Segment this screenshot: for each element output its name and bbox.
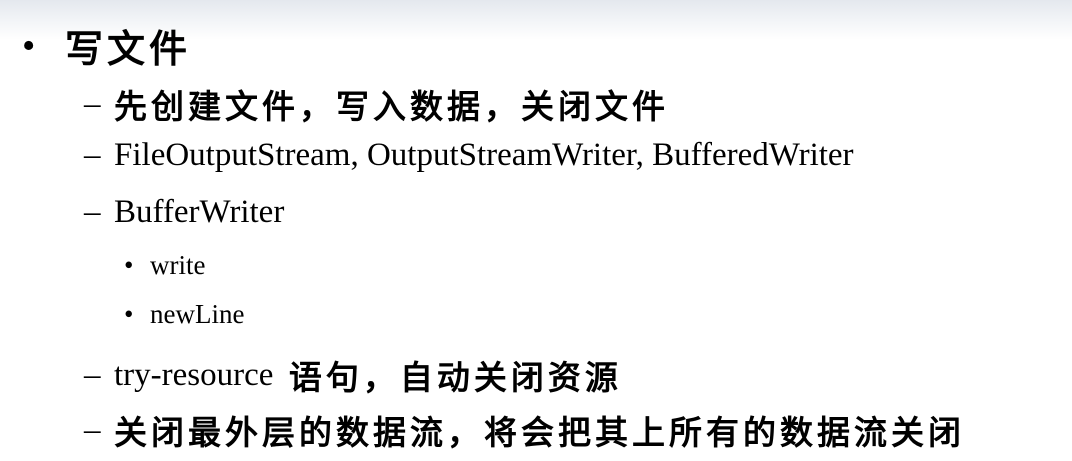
heading-write-file: • 写文件 [22, 18, 191, 73]
item-text: 关闭最外层的数据流，将会把其上所有的数据流关闭 [114, 413, 965, 452]
item-text: write [150, 250, 206, 280]
list-item: – try-resource 语句，自动关闭资源 [84, 351, 622, 399]
item-text: newLine [150, 299, 245, 329]
list-item: – 关闭最外层的数据流，将会把其上所有的数据流关闭 [84, 406, 965, 454]
dash-icon: – [84, 137, 101, 173]
sub-list-item: • write [124, 250, 205, 281]
heading-text: 写文件 [65, 27, 192, 71]
dash-icon: – [84, 85, 101, 122]
item-text: FileOutputStream, OutputStreamWriter, Bu… [114, 137, 854, 173]
bullet-icon: • [22, 24, 36, 67]
dash-icon: – [84, 356, 101, 393]
item-text-cjk: 语句，自动关闭资源 [273, 358, 622, 397]
sub-list-item: • newLine [124, 299, 244, 330]
list-item: – BufferWriter [84, 194, 284, 231]
item-text: BufferWriter [114, 194, 285, 230]
list-item: – FileOutputStream, OutputStreamWriter, … [84, 137, 854, 174]
dash-icon: – [84, 411, 101, 448]
dash-icon: – [84, 194, 101, 230]
list-item: – 先创建文件，写入数据，关闭文件 [84, 80, 669, 128]
bullet-icon: • [124, 250, 134, 280]
bullet-icon: • [124, 299, 134, 329]
item-text: 先创建文件，写入数据，关闭文件 [114, 87, 669, 126]
item-text-latin: try-resource [114, 356, 274, 393]
